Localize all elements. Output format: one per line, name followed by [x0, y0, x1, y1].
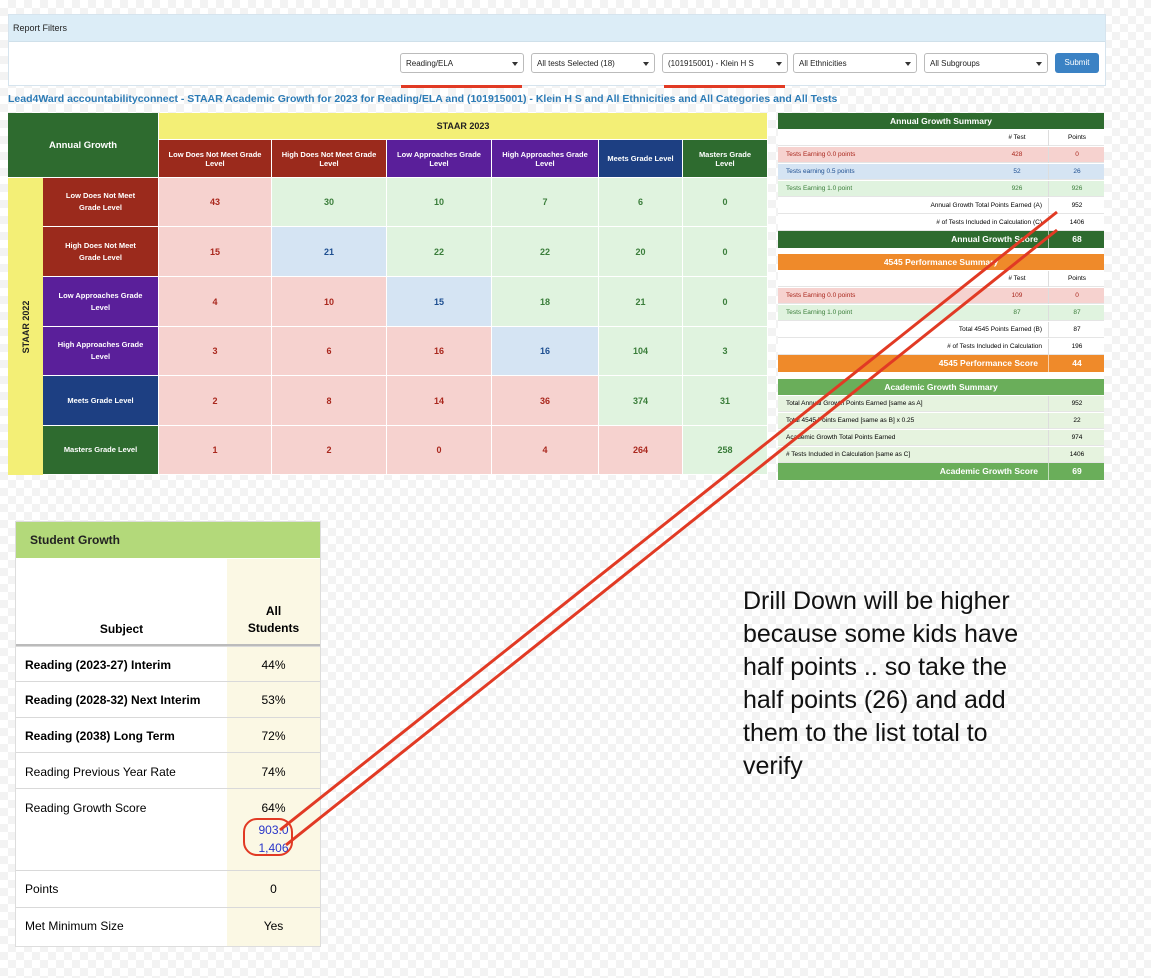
annotation-arrows	[279, 210, 1058, 847]
annotation-note: Drill Down will be higher because some k…	[743, 587, 1019, 780]
